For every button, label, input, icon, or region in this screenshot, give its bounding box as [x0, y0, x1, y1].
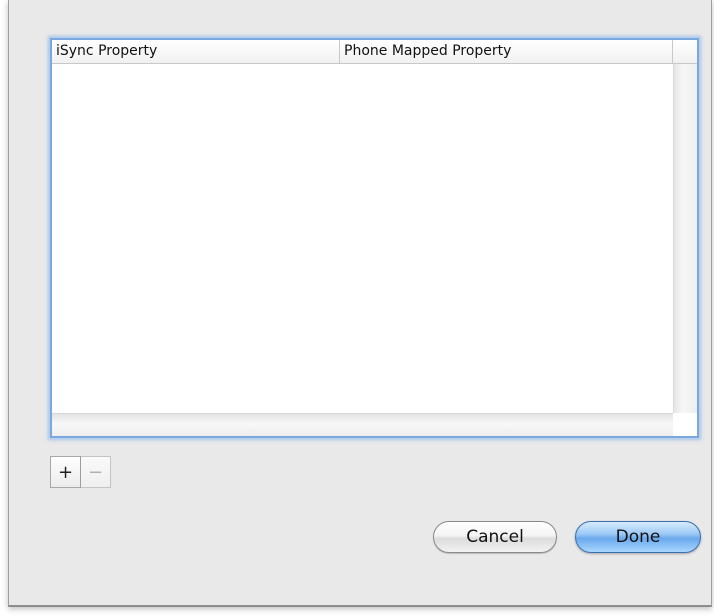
header-corner: [673, 40, 697, 63]
property-mapping-table[interactable]: iSync Property Phone Mapped Property: [50, 38, 699, 438]
table-body[interactable]: [52, 64, 673, 413]
table-header: iSync Property Phone Mapped Property: [52, 40, 697, 64]
cancel-button[interactable]: Cancel: [433, 521, 557, 553]
add-row-button[interactable]: +: [50, 456, 81, 488]
remove-row-button[interactable]: −: [81, 456, 111, 488]
done-button[interactable]: Done: [575, 521, 701, 553]
mapping-sheet: iSync Property Phone Mapped Property + −…: [8, 0, 712, 607]
column-header-phone-mapped-property[interactable]: Phone Mapped Property: [340, 40, 673, 63]
horizontal-scrollbar[interactable]: [52, 413, 673, 436]
add-remove-control: + −: [50, 456, 111, 488]
scrollbar-corner: [673, 413, 697, 436]
vertical-scrollbar[interactable]: [673, 64, 697, 413]
column-header-isync-property[interactable]: iSync Property: [52, 40, 340, 63]
